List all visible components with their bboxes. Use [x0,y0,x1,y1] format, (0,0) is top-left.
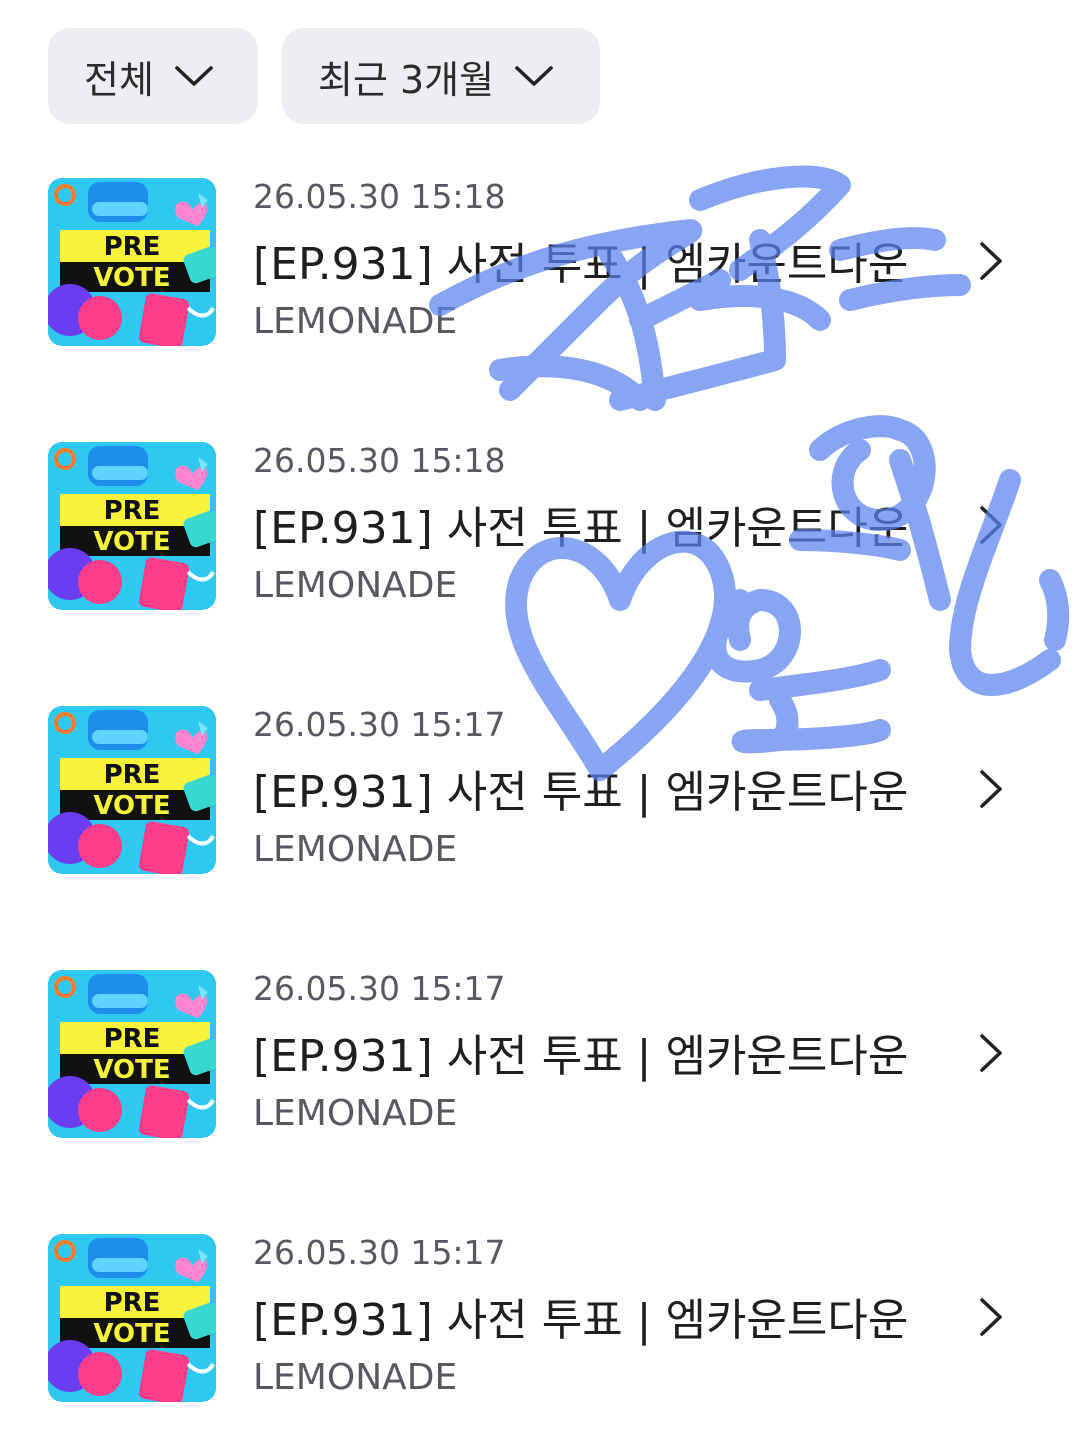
thumbnail-vote-text: VOTE [93,791,170,821]
chevron-down-icon [512,61,556,91]
pre-vote-thumbnail: PRE VOTE [48,442,216,610]
vote-history-item[interactable]: PRE VOTE 26.05.30 15:17 [EP.931] 사전 투표 |… [0,970,1080,1234]
item-title: [EP.931] 사전 투표 | 엠카운트다운 [253,1031,909,1082]
thumbnail-vote-text: VOTE [93,1319,170,1349]
vote-history-item[interactable]: PRE VOTE 26.05.30 15:18 [EP.931] 사전 투표 |… [0,442,1080,706]
thumbnail-pre-text: PRE [104,232,161,262]
chevron-right-icon [972,766,1010,812]
thumbnail-pre-text: PRE [104,760,161,790]
chevron-down-icon [172,61,216,91]
period-filter-label: 최근 3개월 [318,57,495,102]
item-date: 26.05.30 15:18 [253,441,506,480]
chevron-right-icon [972,1294,1010,1340]
vote-history-item[interactable]: PRE VOTE 26.05.30 15:17 [EP.931] 사전 투표 |… [0,1234,1080,1453]
chevron-right-icon [972,238,1010,284]
category-filter-dropdown[interactable]: 전체 [48,28,258,124]
item-text-block: 26.05.30 15:17 [EP.931] 사전 투표 | 엠카운트다운 L… [253,706,953,872]
item-text-block: 26.05.30 15:17 [EP.931] 사전 투표 | 엠카운트다운 L… [253,970,953,1136]
item-text-block: 26.05.30 15:18 [EP.931] 사전 투표 | 엠카운트다운 L… [253,178,953,344]
pre-vote-thumbnail: PRE VOTE [48,1234,216,1402]
filter-bar: 전체 최근 3개월 [48,28,600,124]
item-title: [EP.931] 사전 투표 | 엠카운트다운 [253,1295,909,1346]
category-filter-label: 전체 [84,57,154,102]
thumbnail-pre-text: PRE [104,1024,161,1054]
thumbnail-vote-text: VOTE [93,263,170,293]
thumbnail-vote-text: VOTE [93,1055,170,1085]
item-date: 26.05.30 15:18 [253,177,506,216]
item-date: 26.05.30 15:17 [253,705,506,744]
vote-history-item[interactable]: PRE VOTE 26.05.30 15:18 [EP.931] 사전 투표 |… [0,178,1080,442]
thumbnail-pre-text: PRE [104,496,161,526]
item-text-block: 26.05.30 15:18 [EP.931] 사전 투표 | 엠카운트다운 L… [253,442,953,608]
item-date: 26.05.30 15:17 [253,969,506,1008]
item-title: [EP.931] 사전 투표 | 엠카운트다운 [253,767,909,818]
vote-history-item[interactable]: PRE VOTE 26.05.30 15:17 [EP.931] 사전 투표 |… [0,706,1080,970]
thumbnail-vote-text: VOTE [93,527,170,557]
item-artist: LEMONADE [253,1093,458,1134]
item-artist: LEMONADE [253,1357,458,1398]
chevron-right-icon [972,1030,1010,1076]
item-artist: LEMONADE [253,829,458,870]
vote-history-list: PRE VOTE 26.05.30 15:18 [EP.931] 사전 투표 |… [0,178,1080,1453]
chevron-right-icon [972,502,1010,548]
vote-history-screen: 전체 최근 3개월 PRE VOTE 26.05.30 15:18 [EP.93… [0,0,1080,1453]
period-filter-dropdown[interactable]: 최근 3개월 [282,28,600,124]
thumbnail-pre-text: PRE [104,1288,161,1318]
item-artist: LEMONADE [253,301,458,342]
pre-vote-thumbnail: PRE VOTE [48,706,216,874]
item-date: 26.05.30 15:17 [253,1233,506,1272]
item-title: [EP.931] 사전 투표 | 엠카운트다운 [253,503,909,554]
item-artist: LEMONADE [253,565,458,606]
item-text-block: 26.05.30 15:17 [EP.931] 사전 투표 | 엠카운트다운 L… [253,1234,953,1400]
pre-vote-thumbnail: PRE VOTE [48,970,216,1138]
item-title: [EP.931] 사전 투표 | 엠카운트다운 [253,239,909,290]
pre-vote-thumbnail: PRE VOTE [48,178,216,346]
